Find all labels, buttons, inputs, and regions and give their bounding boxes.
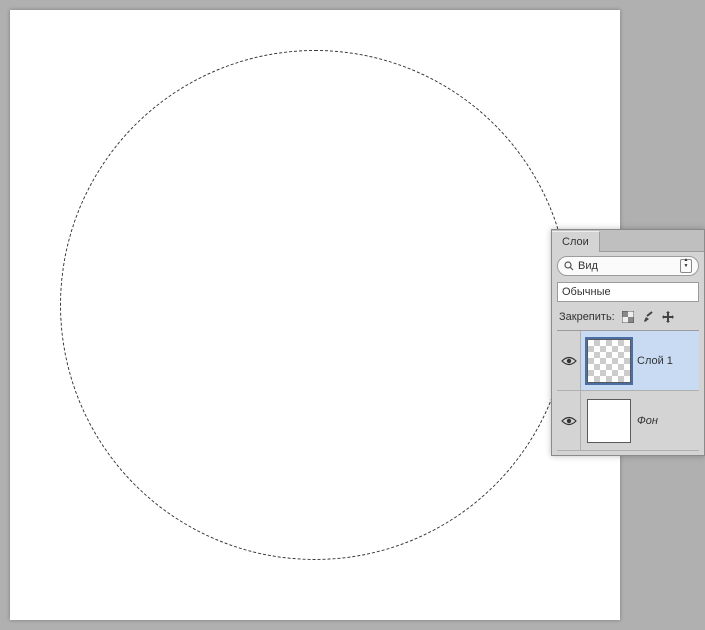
selection-marquee[interactable]: [60, 50, 570, 560]
layer-thumbnail[interactable]: [587, 339, 631, 383]
filter-stepper[interactable]: ▲ ▼: [680, 259, 692, 273]
tab-layers[interactable]: Слои: [552, 231, 600, 252]
chevron-down-icon: ▼: [681, 266, 691, 272]
lock-transparency-icon[interactable]: [621, 310, 635, 324]
layer-filter[interactable]: Вид ▲ ▼: [557, 256, 699, 276]
panel-body: Вид ▲ ▼ Обычные Закрепить:: [552, 252, 704, 455]
blend-mode-value: Обычные: [562, 286, 694, 298]
lock-brush-icon[interactable]: [641, 310, 655, 324]
lock-label: Закрепить:: [559, 311, 615, 323]
visibility-toggle[interactable]: [557, 331, 581, 390]
workspace: [0, 0, 630, 630]
blend-mode-select[interactable]: Обычные: [557, 282, 699, 302]
eye-icon: [561, 356, 577, 366]
visibility-toggle[interactable]: [557, 391, 581, 450]
layer-name[interactable]: Слой 1: [637, 355, 699, 367]
layer-list: Слой 1 Фон: [557, 331, 699, 451]
lock-move-icon[interactable]: [661, 310, 675, 324]
layer-name[interactable]: Фон: [637, 415, 699, 427]
layers-panel: Слои Вид ▲ ▼ Обычные Закрепить:: [551, 229, 705, 456]
filter-label: Вид: [578, 260, 676, 272]
lock-row: Закрепить:: [557, 308, 699, 331]
search-icon: [564, 261, 574, 271]
eye-icon: [561, 416, 577, 426]
layer-row[interactable]: Слой 1: [557, 331, 699, 391]
layer-thumbnail[interactable]: [587, 399, 631, 443]
layer-row[interactable]: Фон: [557, 391, 699, 451]
panel-tab-bar: Слои: [552, 230, 704, 252]
document-canvas[interactable]: [10, 10, 620, 620]
